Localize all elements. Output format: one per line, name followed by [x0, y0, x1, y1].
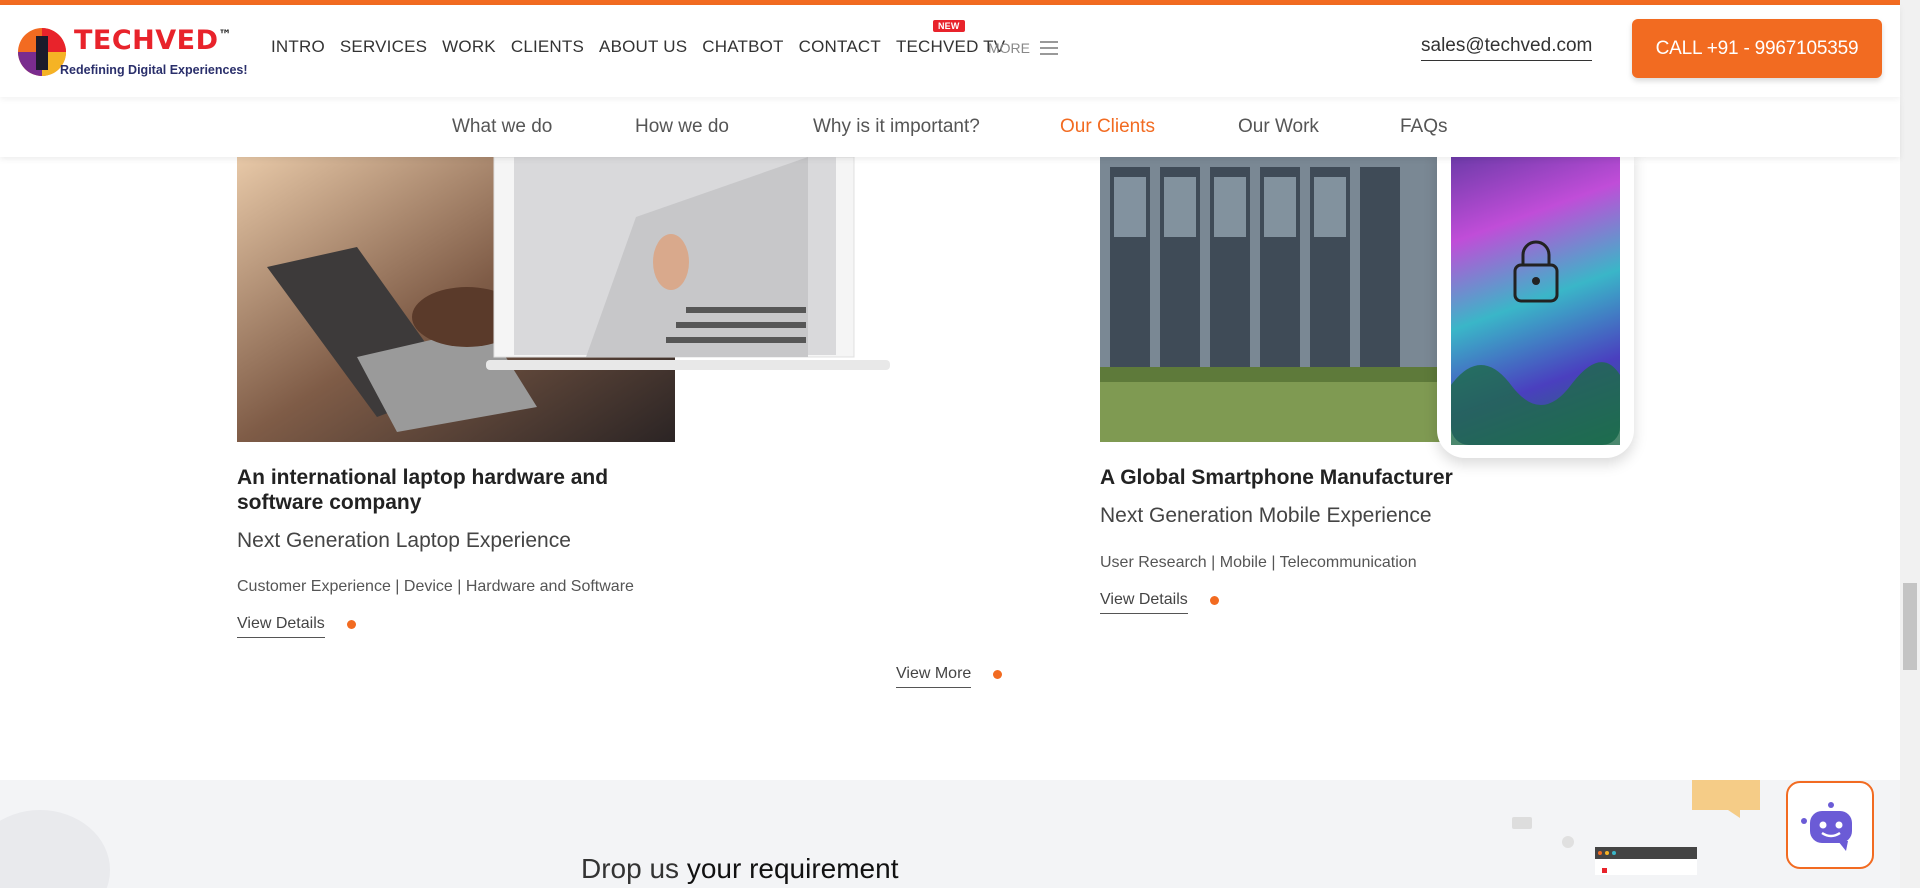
- nav-services[interactable]: SERVICES: [340, 37, 427, 57]
- client-title: A Global Smartphone Manufacturer: [1100, 466, 1453, 489]
- phone-mockup: [1437, 150, 1634, 458]
- nav-intro[interactable]: INTRO: [271, 37, 325, 57]
- building-illustration: [1100, 157, 1460, 442]
- chatbot-icon: [1801, 802, 1852, 851]
- orange-dot: [347, 620, 356, 629]
- subnav-what-we-do[interactable]: What we do: [452, 116, 552, 138]
- techved-logo[interactable]: TECHVED™ Redefining Digital Experiences!: [16, 23, 248, 81]
- phone-lockscreen: [1451, 155, 1620, 445]
- subnav-why-important[interactable]: Why is it important?: [813, 116, 980, 138]
- more-label: MORE: [988, 40, 1030, 56]
- chatbot-button[interactable]: [1786, 781, 1874, 869]
- subnav-our-clients[interactable]: Our Clients: [1060, 116, 1155, 138]
- logo-tagline: Redefining Digital Experiences!: [60, 63, 248, 77]
- client-title: An international laptop hardware and sof…: [237, 466, 609, 514]
- subnav-faqs[interactable]: FAQs: [1400, 116, 1448, 138]
- heading-suffix: your requirement: [686, 853, 899, 884]
- client-subtitle: Next Generation Mobile Experience: [1100, 504, 1432, 527]
- view-details-link[interactable]: View Details: [237, 615, 325, 638]
- new-badge: NEW: [932, 20, 965, 32]
- page-scrollbar[interactable]: [1900, 0, 1920, 888]
- decorative-background: [0, 780, 1760, 888]
- section-subnav: What we do How we do Why is it important…: [0, 97, 1900, 157]
- main-nav: INTRO SERVICES WORK CLIENTS ABOUT US CHA…: [271, 20, 1020, 57]
- view-more-link[interactable]: View More: [896, 665, 972, 688]
- orange-dot: [1210, 596, 1219, 605]
- scrollbar-thumb[interactable]: [1903, 583, 1917, 670]
- nav-chatbot[interactable]: CHATBOT: [702, 37, 783, 57]
- logo-wordmark: TECHVED™: [74, 25, 233, 56]
- nav-clients[interactable]: CLIENTS: [511, 37, 584, 57]
- lock-icon: [1451, 240, 1620, 445]
- nav-contact[interactable]: CONTACT: [799, 37, 881, 57]
- subnav-how-we-do[interactable]: How we do: [635, 116, 729, 138]
- requirement-heading: Drop us your requirement: [581, 853, 898, 885]
- requirement-section: [0, 780, 1900, 888]
- client-subtitle: Next Generation Laptop Experience: [237, 529, 571, 552]
- building-photo: [1100, 157, 1460, 442]
- hamburger-icon: [1040, 41, 1058, 55]
- orange-dot: [993, 670, 1002, 679]
- nav-work[interactable]: WORK: [442, 37, 496, 57]
- nav-about-us[interactable]: ABOUT US: [599, 37, 687, 57]
- site-header: TECHVED™ Redefining Digital Experiences!…: [0, 5, 1900, 97]
- call-button[interactable]: CALL +91 - 9967105359: [1632, 19, 1882, 78]
- email-link[interactable]: sales@techved.com: [1421, 35, 1593, 61]
- subnav-our-work[interactable]: Our Work: [1238, 116, 1319, 138]
- heading-prefix: Drop us: [581, 853, 680, 884]
- more-menu-button[interactable]: MORE: [988, 40, 1058, 56]
- client-tags: Customer Experience | Device | Hardware …: [237, 578, 634, 595]
- view-details-link[interactable]: View Details: [1100, 591, 1188, 614]
- client-tags: User Research | Mobile | Telecommunicati…: [1100, 554, 1417, 571]
- laptop-screen-mockup: [486, 157, 890, 370]
